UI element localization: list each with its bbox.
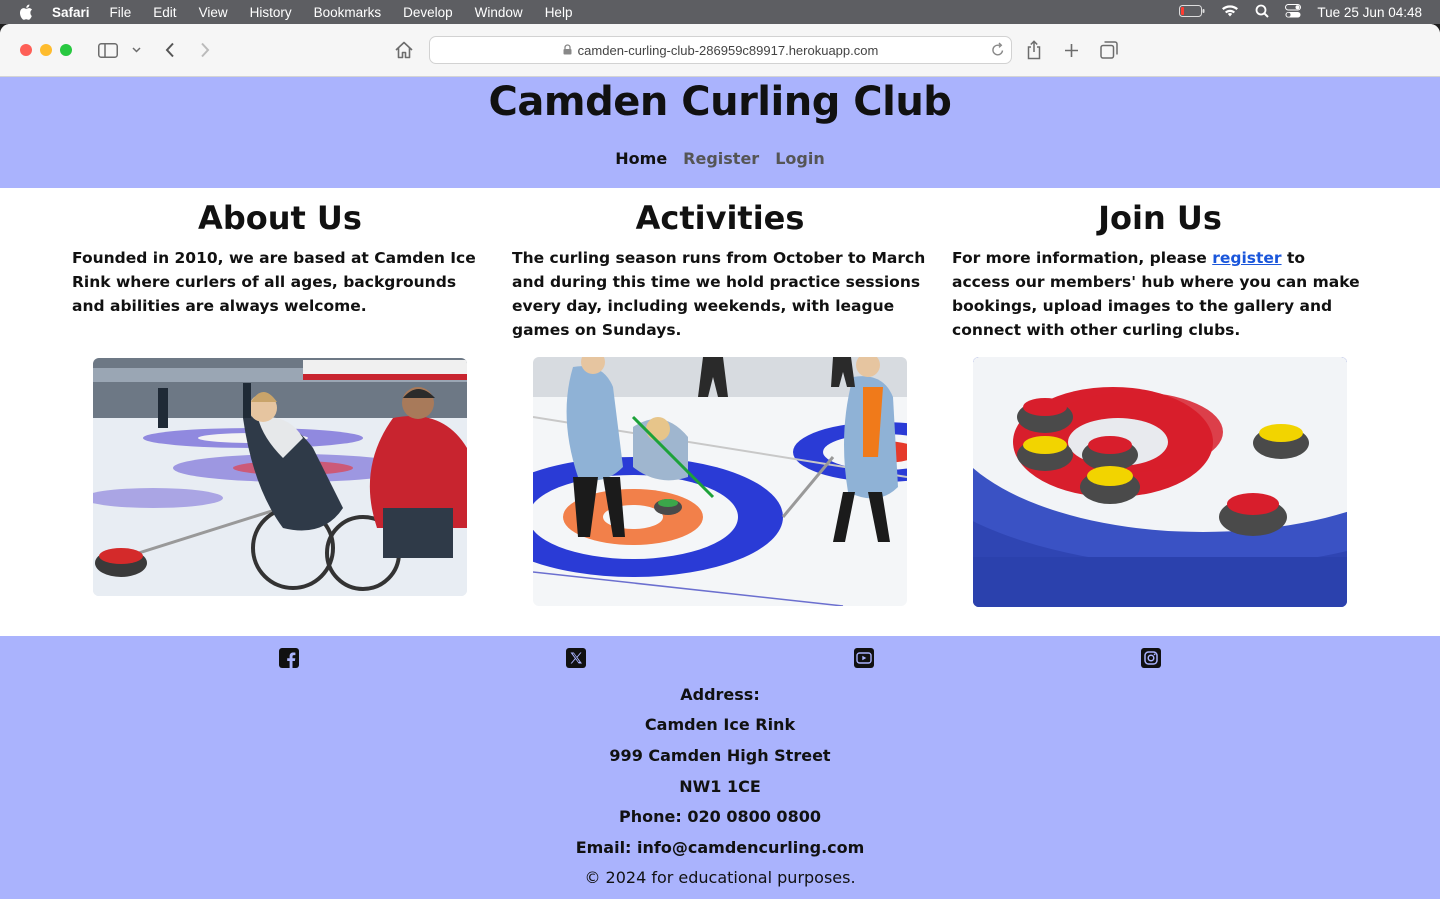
site-header: Camden Curling Club Home Register Login [0,77,1440,188]
menu-bookmarks[interactable]: Bookmarks [314,5,382,20]
site-footer: Address: Camden Ice Rink 999 Camden High… [0,636,1440,899]
status-area: Tue 25 Jun 04:48 [1179,0,1422,24]
close-window-button[interactable] [20,44,32,56]
apple-menu-icon[interactable] [0,4,52,20]
address-label: Address: [680,685,760,704]
address-line-2: 999 Camden High Street [609,746,831,765]
menu-help[interactable]: Help [545,5,573,20]
x-icon[interactable] [566,648,586,668]
tab-overview-icon[interactable] [1099,38,1119,62]
wheelchair-curling-photo [93,358,467,596]
curling-stones-photo [973,357,1347,607]
back-arrow-icon[interactable] [162,38,178,62]
zoom-window-button[interactable] [60,44,72,56]
chevron-down-icon[interactable] [130,38,142,62]
control-center-icon[interactable] [1285,3,1302,21]
battery-icon[interactable] [1179,4,1205,20]
new-tab-plus-icon[interactable] [1062,38,1080,62]
email-address: info@camdencurling.com [637,838,865,857]
phone-label: Phone: [619,807,682,826]
menu-develop[interactable]: Develop [403,5,453,20]
reload-icon[interactable] [991,42,1005,60]
about-us-text: Founded in 2010, we are based at Camden … [72,249,476,315]
email-line: Email: info@camdencurling.com [0,838,1440,857]
macos-menu-bar: Safari File Edit View History Bookmarks … [0,0,1440,24]
lock-icon [563,43,572,58]
menu-view[interactable]: View [199,5,228,20]
about-us-heading: About Us [198,199,362,237]
site-title: Camden Curling Club [488,79,952,125]
forward-arrow-icon[interactable] [197,38,213,62]
phone-number: 020 0800 0800 [687,807,821,826]
phone-line: Phone: 020 0800 0800 [0,807,1440,826]
minimize-window-button[interactable] [40,44,52,56]
activities-text: The curling season runs from October to … [512,249,926,339]
activities-section: Activities The curling season runs from … [512,188,928,342]
share-icon[interactable] [1025,38,1043,62]
menu-window[interactable]: Window [475,5,523,20]
join-us-text: For more information, please register to… [952,246,1368,342]
copyright-text: © 2024 for educational purposes. [584,868,856,887]
sidebar-toggle-icon[interactable] [97,38,119,62]
facebook-icon[interactable] [279,648,299,668]
instagram-icon[interactable] [1141,648,1161,668]
youtube-icon[interactable] [854,648,874,668]
join-us-heading: Join Us [1098,199,1222,237]
web-page: Camden Curling Club Home Register Login … [0,77,1440,899]
address-line-1: Camden Ice Rink [644,715,796,734]
curling-practice-photo [533,357,907,606]
safari-window: camden-curling-club-286959c89917.herokua… [0,24,1440,900]
about-us-section: About Us Founded in 2010, we are based a… [72,188,488,318]
home-icon[interactable] [393,38,415,62]
content-columns: About Us Founded in 2010, we are based a… [0,188,1440,636]
spotlight-search-icon[interactable] [1255,4,1270,21]
main-nav: Home Register Login [0,149,1440,168]
menu-file[interactable]: File [110,5,132,20]
menubar-clock[interactable]: Tue 25 Jun 04:48 [1317,5,1422,20]
wifi-icon[interactable] [1221,4,1239,20]
browser-toolbar: camden-curling-club-286959c89917.herokua… [0,24,1440,77]
menu-app-name[interactable]: Safari [52,5,90,20]
url-text[interactable]: camden-curling-club-286959c89917.herokua… [578,43,879,58]
nav-home-link[interactable]: Home [615,149,667,168]
address-bar[interactable]: camden-curling-club-286959c89917.herokua… [429,36,1012,64]
address-line-3: NW1 1CE [679,777,761,796]
join-us-text-before: For more information, please [952,249,1213,267]
nav-register-link[interactable]: Register [683,149,759,168]
register-inline-link[interactable]: register [1212,249,1281,267]
nav-login-link[interactable]: Login [775,149,825,168]
join-us-section: Join Us For more information, please reg… [952,188,1368,342]
activities-heading: Activities [635,199,805,237]
email-label: Email: [575,838,632,857]
menu-history[interactable]: History [250,5,292,20]
menu-edit[interactable]: Edit [153,5,176,20]
